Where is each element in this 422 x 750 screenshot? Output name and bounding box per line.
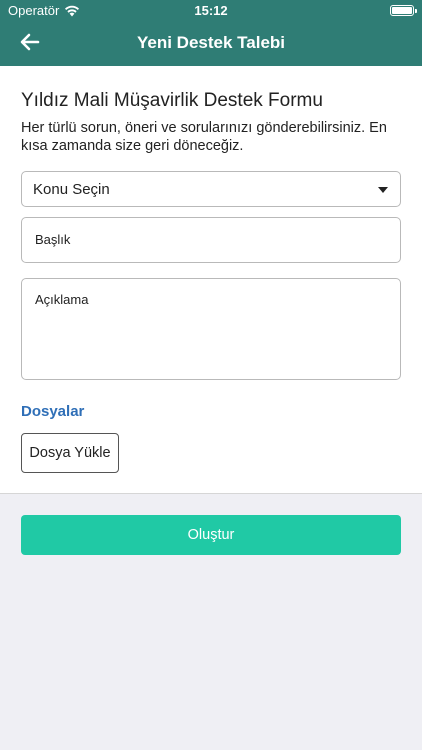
upload-file-button[interactable]: Dosya Yükle: [21, 433, 119, 473]
title-input[interactable]: [35, 232, 385, 247]
title-field[interactable]: [21, 217, 401, 263]
status-time: 15:12: [194, 3, 228, 18]
subject-select-value: Konu Seçin: [33, 181, 110, 198]
status-bar: Operatör 15:12: [0, 0, 422, 22]
support-form: Yıldız Mali Müşavirlik Destek Formu Her …: [0, 66, 422, 494]
page-title: Yeni Destek Talebi: [136, 33, 286, 52]
form-title: Yıldız Mali Müşavirlik Destek Formu: [21, 90, 323, 111]
subject-select[interactable]: Konu Seçin: [21, 171, 401, 207]
description-field[interactable]: [21, 278, 401, 380]
battery-icon: [390, 5, 417, 16]
caret-down-icon: [378, 187, 388, 193]
battery-level: [392, 7, 412, 14]
navigation-bar: Operatör 15:12 Yeni Destek Talebi: [0, 0, 422, 66]
create-button[interactable]: Oluştur: [21, 515, 401, 555]
description-input[interactable]: [35, 292, 387, 372]
files-section-title: Dosyalar: [21, 403, 85, 420]
form-description: Her türlü sorun, öneri ve sorularınızı g…: [21, 120, 387, 154]
